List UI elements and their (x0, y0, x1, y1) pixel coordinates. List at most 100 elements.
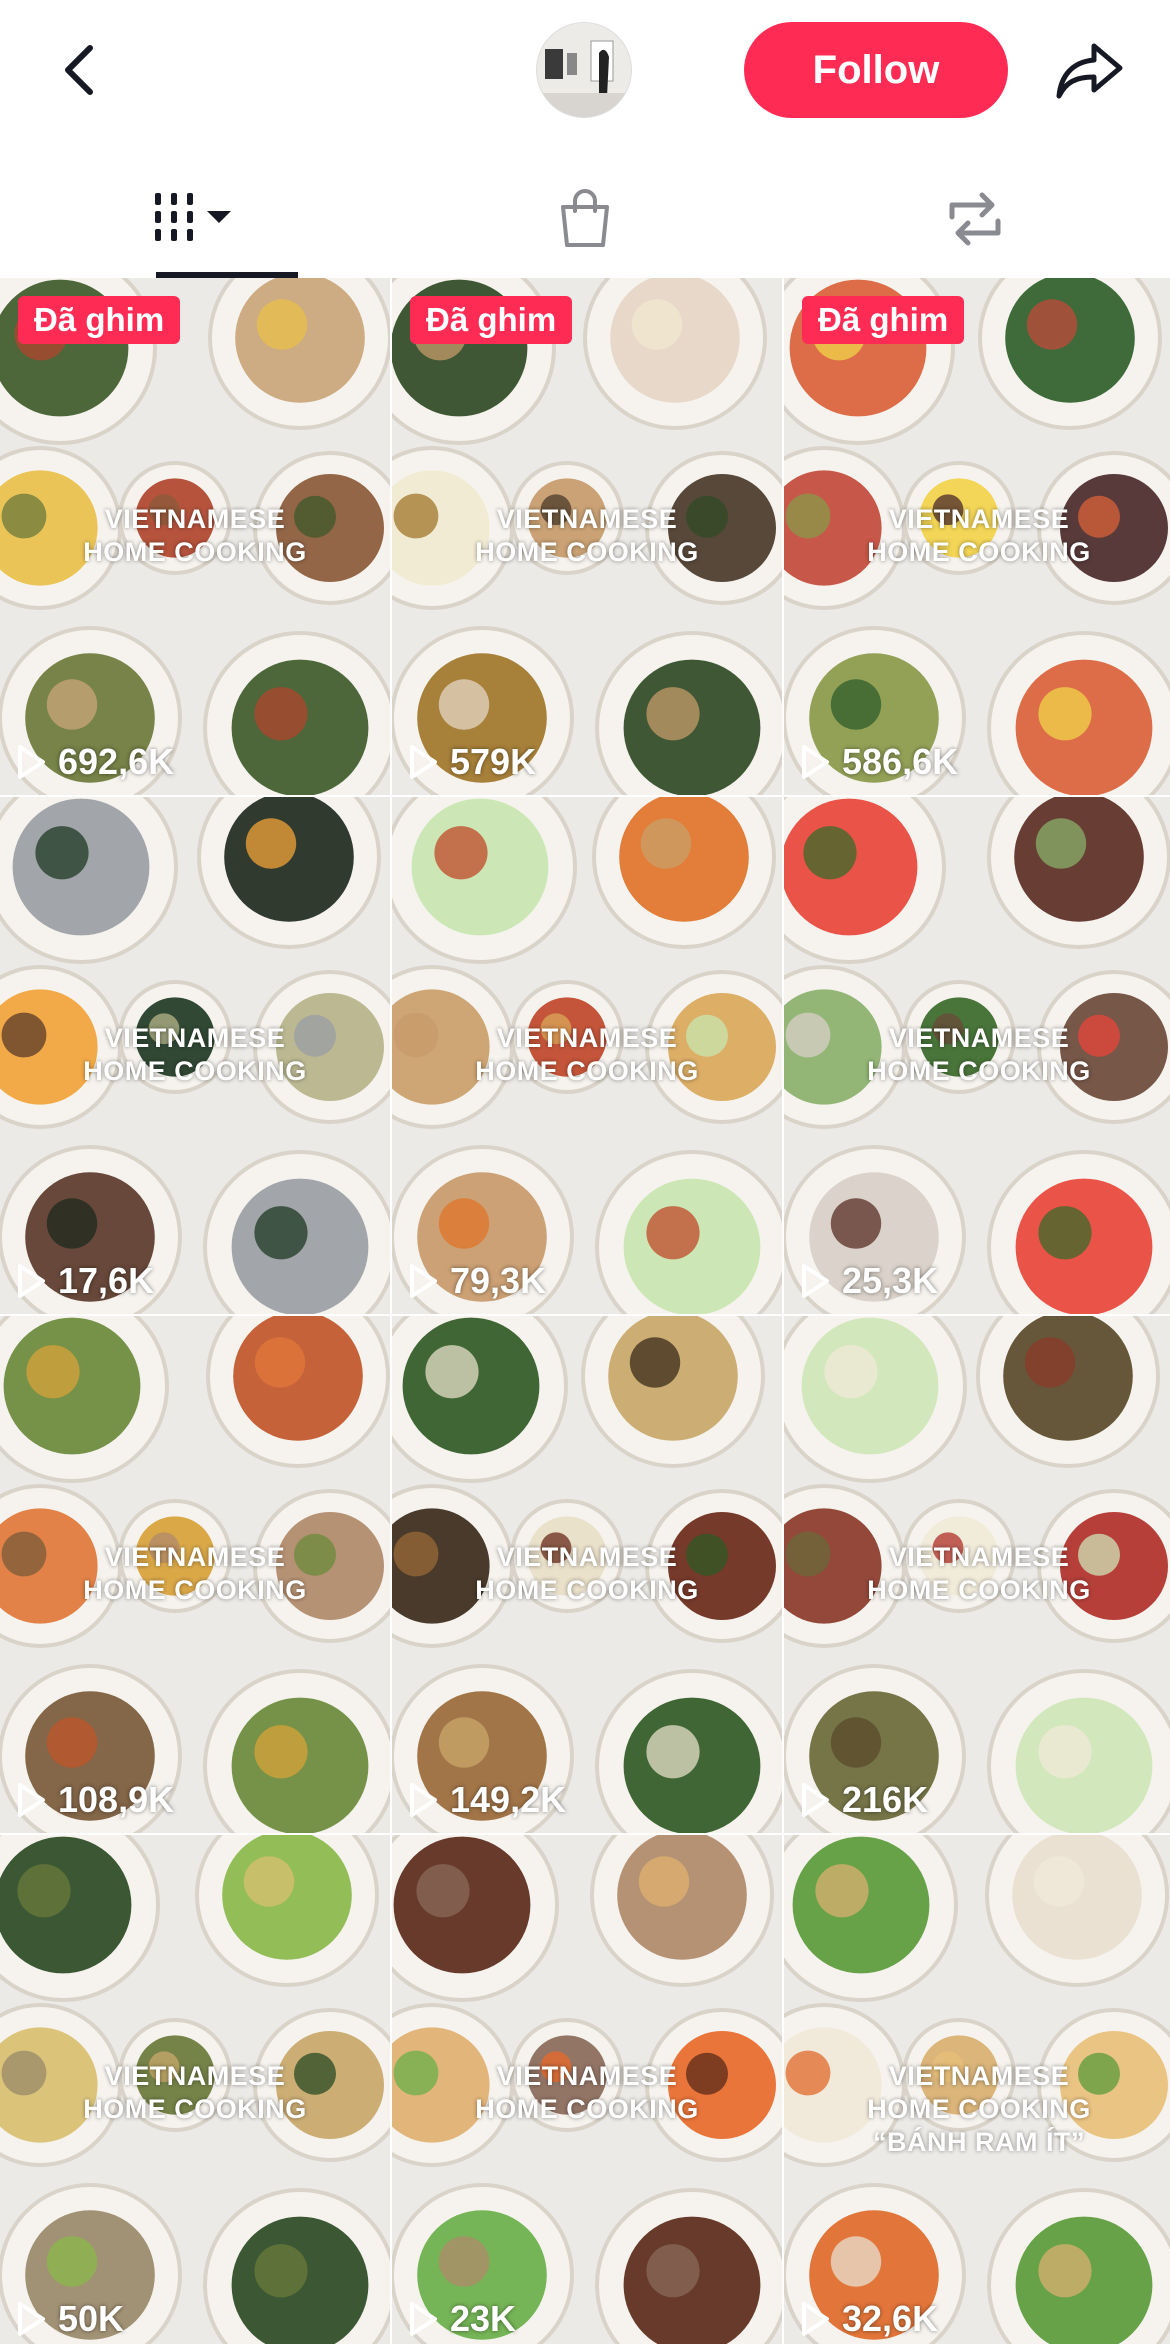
video-thumbnail[interactable]: VIETNAMESE HOME COOKING 79,3K (392, 797, 782, 1314)
view-count-label: 579K (450, 741, 537, 782)
view-count: 32,6K (800, 2298, 938, 2340)
view-count: 25,3K (800, 1260, 938, 1302)
profile-header: Follow (0, 0, 1170, 140)
video-thumbnail[interactable]: VIETNAMESE HOME COOKING “BÁNH RAM ÍT” 32… (784, 1835, 1170, 2344)
view-count-label: 23K (450, 2298, 517, 2339)
video-caption: VIETNAMESE HOME COOKING (392, 503, 782, 569)
follow-button[interactable]: Follow (744, 22, 1008, 118)
view-count-label: 586,6K (842, 741, 959, 782)
pinned-badge: Đã ghim (410, 296, 573, 344)
caption-line: VIETNAMESE (104, 504, 286, 534)
video-grid: Đã ghim VIETNAMESE HOME COOKING 692,6K Đ… (0, 278, 1170, 2344)
caption-line: HOME COOKING (83, 537, 307, 567)
view-count-label: 216K (842, 1779, 929, 1820)
share-arrow-icon (1056, 43, 1123, 99)
caption-line: HOME COOKING (867, 2094, 1091, 2124)
caption-line: VIETNAMESE (496, 504, 678, 534)
caption-line: VIETNAMESE (496, 1542, 678, 1572)
caption-line: HOME COOKING (83, 1575, 307, 1605)
caption-line: HOME COOKING (867, 1056, 1091, 1086)
play-icon (18, 1264, 45, 1298)
tab-shop[interactable] (390, 160, 780, 278)
video-thumbnail[interactable]: VIETNAMESE HOME COOKING 216K (784, 1316, 1170, 1833)
view-count: 692,6K (16, 741, 174, 783)
caption-line: VIETNAMESE (496, 1023, 678, 1053)
view-count: 149,2K (408, 1779, 566, 1821)
view-count: 23K (408, 2298, 516, 2340)
tab-reposts[interactable] (780, 160, 1170, 278)
caption-line: HOME COOKING (475, 537, 699, 567)
video-caption: VIETNAMESE HOME COOKING “BÁNH RAM ÍT” (784, 2060, 1170, 2159)
chevron-down-icon (207, 211, 231, 223)
view-count-label: 79,3K (450, 1260, 547, 1301)
caption-line: VIETNAMESE (888, 2061, 1070, 2091)
video-thumbnail[interactable]: VIETNAMESE HOME COOKING 108,9K (0, 1316, 390, 1833)
play-icon (410, 2302, 437, 2336)
caption-line: VIETNAMESE (888, 504, 1070, 534)
view-count-label: 149,2K (450, 1779, 567, 1820)
view-count-label: 108,9K (58, 1779, 175, 1820)
video-caption: VIETNAMESE HOME COOKING (784, 503, 1170, 569)
play-icon (18, 2302, 45, 2336)
video-caption: VIETNAMESE HOME COOKING (0, 2060, 390, 2126)
video-thumbnail[interactable]: Đã ghim VIETNAMESE HOME COOKING 586,6K (784, 278, 1170, 795)
back-button[interactable] (48, 30, 108, 110)
tab-videos[interactable] (0, 160, 390, 278)
caption-line: HOME COOKING (867, 1575, 1091, 1605)
play-icon (18, 1783, 45, 1817)
play-icon (410, 1264, 437, 1298)
play-icon (802, 1264, 829, 1298)
view-count: 586,6K (800, 741, 958, 783)
video-thumbnail[interactable]: VIETNAMESE HOME COOKING 149,2K (392, 1316, 782, 1833)
view-count-label: 32,6K (842, 2298, 939, 2339)
caption-line: VIETNAMESE (104, 2061, 286, 2091)
view-count: 79,3K (408, 1260, 546, 1302)
view-count-label: 50K (58, 2298, 125, 2339)
play-icon (802, 745, 829, 779)
caption-line: VIETNAMESE (888, 1023, 1070, 1053)
avatar-image (537, 23, 631, 117)
caption-line: VIETNAMESE (104, 1542, 286, 1572)
view-count: 579K (408, 741, 536, 783)
caption-line: HOME COOKING (83, 1056, 307, 1086)
view-count: 50K (16, 2298, 124, 2340)
caption-line: HOME COOKING (475, 1575, 699, 1605)
play-icon (802, 1783, 829, 1817)
play-icon (410, 745, 437, 779)
shopping-bag-icon (561, 189, 609, 247)
caption-line: VIETNAMESE (104, 1023, 286, 1053)
video-thumbnail[interactable]: VIETNAMESE HOME COOKING 50K (0, 1835, 390, 2344)
share-button[interactable] (1052, 36, 1128, 106)
pinned-badge: Đã ghim (802, 296, 965, 344)
chevron-left-icon (65, 45, 93, 95)
play-icon (410, 1783, 437, 1817)
video-thumbnail[interactable]: Đã ghim VIETNAMESE HOME COOKING 692,6K (0, 278, 390, 795)
view-count: 108,9K (16, 1779, 174, 1821)
play-icon (802, 2302, 829, 2336)
view-count-label: 25,3K (842, 1260, 939, 1301)
view-count-label: 17,6K (58, 1260, 155, 1301)
video-thumbnail[interactable]: Đã ghim VIETNAMESE HOME COOKING 579K (392, 278, 782, 795)
caption-line: VIETNAMESE (496, 2061, 678, 2091)
videos-grid-icon (155, 193, 231, 241)
view-count: 17,6K (16, 1260, 154, 1302)
caption-line: HOME COOKING (867, 537, 1091, 567)
view-count: 216K (800, 1779, 928, 1821)
video-caption: VIETNAMESE HOME COOKING (0, 1541, 390, 1607)
caption-line: HOME COOKING (83, 2094, 307, 2124)
pinned-badge: Đã ghim (18, 296, 181, 344)
play-icon (18, 745, 45, 779)
video-thumbnail[interactable]: VIETNAMESE HOME COOKING 17,6K (0, 797, 390, 1314)
video-thumbnail[interactable]: VIETNAMESE HOME COOKING 23K (392, 1835, 782, 2344)
video-thumbnail[interactable]: VIETNAMESE HOME COOKING 25,3K (784, 797, 1170, 1314)
video-caption: VIETNAMESE HOME COOKING (0, 503, 390, 569)
repost-icon (949, 192, 1001, 246)
video-caption: VIETNAMESE HOME COOKING (392, 2060, 782, 2126)
caption-line: “BÁNH RAM ÍT” (873, 2127, 1085, 2157)
caption-line: HOME COOKING (475, 1056, 699, 1086)
caption-line: HOME COOKING (475, 2094, 699, 2124)
video-caption: VIETNAMESE HOME COOKING (784, 1541, 1170, 1607)
view-count-label: 692,6K (58, 741, 175, 782)
video-caption: VIETNAMESE HOME COOKING (784, 1022, 1170, 1088)
avatar[interactable] (536, 22, 632, 118)
